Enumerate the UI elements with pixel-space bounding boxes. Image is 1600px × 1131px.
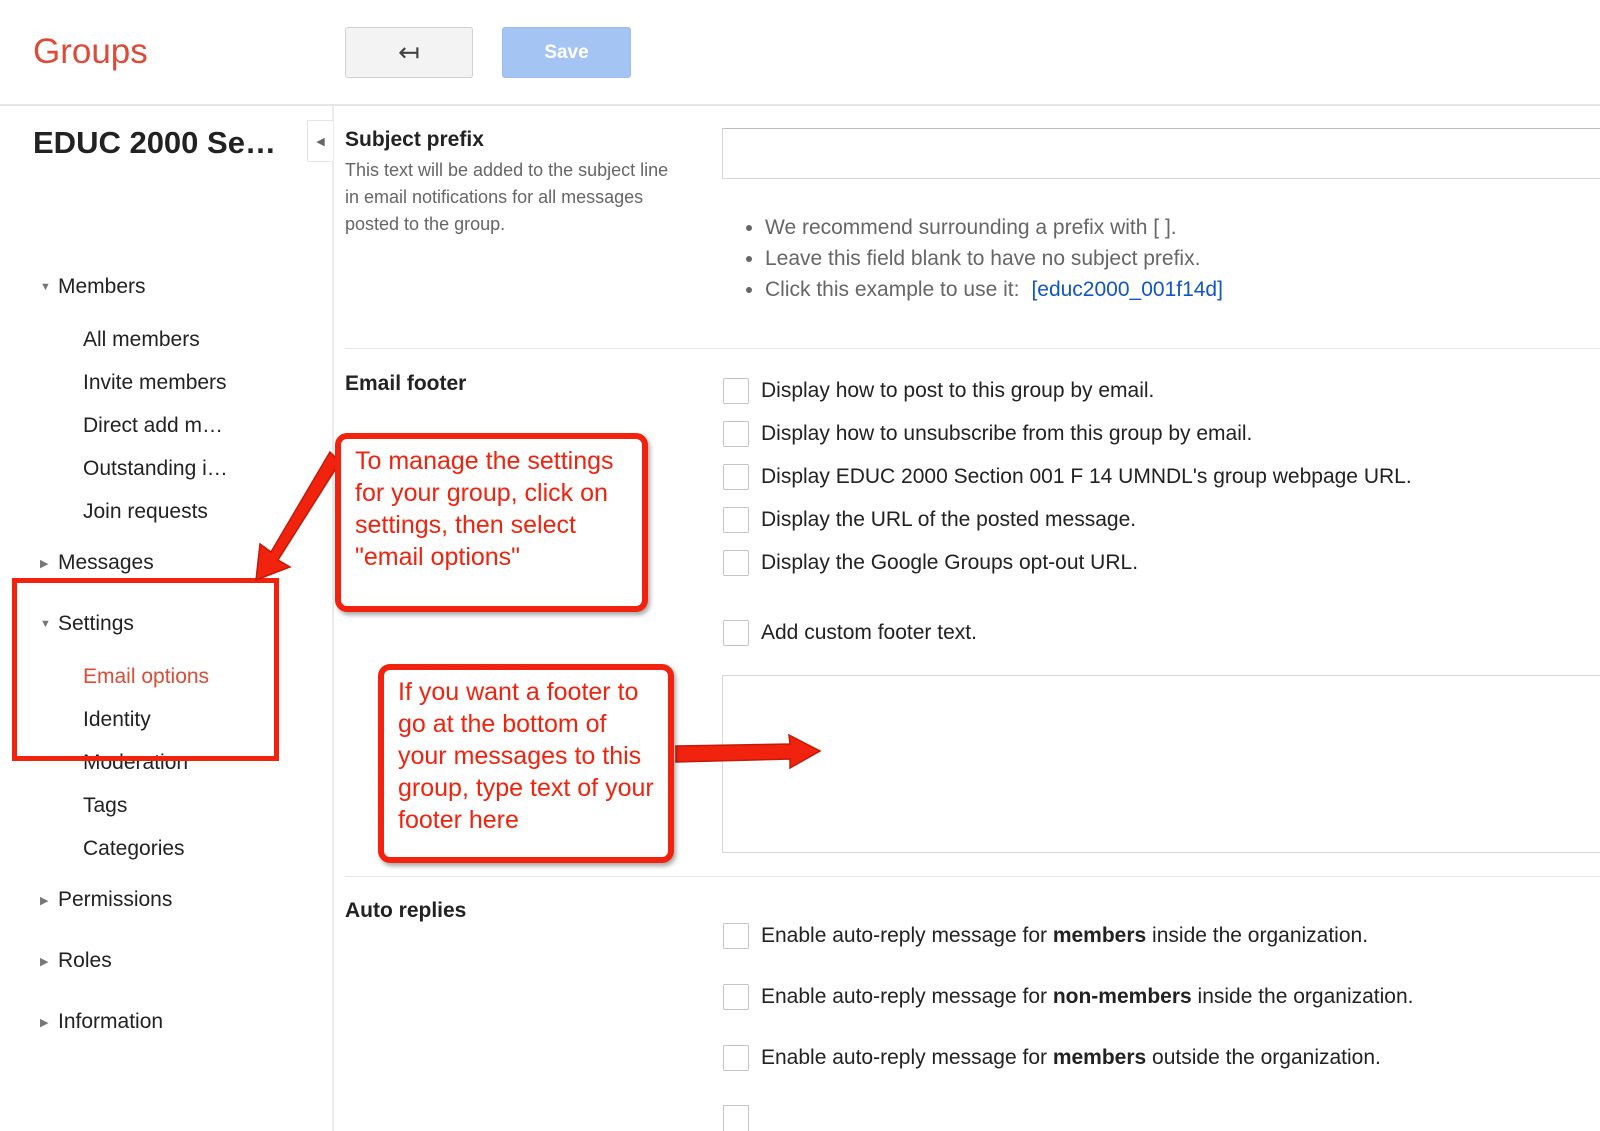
callout-settings: To manage the settings for your group, c… — [335, 433, 648, 612]
annotation-arrows — [255, 450, 822, 770]
arrow-to-settings-icon — [255, 450, 341, 582]
callout-footer: If you want a footer to go at the bottom… — [378, 664, 674, 863]
arrow-to-footer-icon — [675, 733, 822, 770]
